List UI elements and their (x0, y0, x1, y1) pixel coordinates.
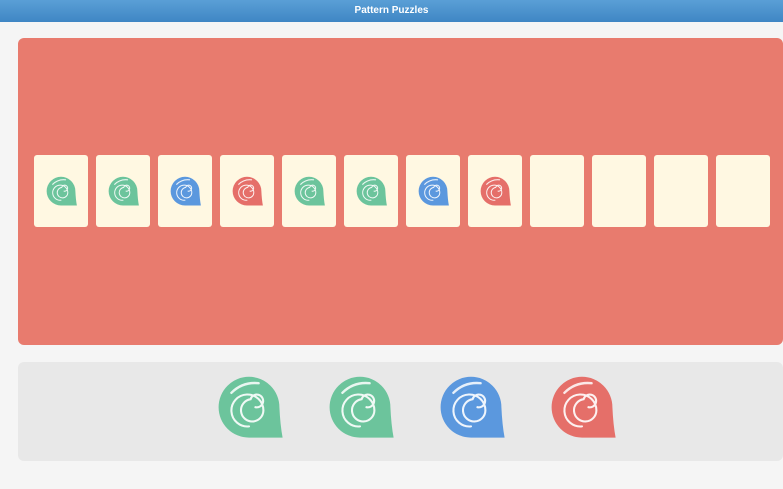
blue-shell-icon (431, 375, 511, 441)
blue-shell-choice[interactable] (430, 376, 511, 440)
green-shell-icon (42, 176, 80, 207)
pattern-card (282, 155, 336, 227)
shell-choices (208, 376, 622, 440)
red-shell-icon (542, 375, 622, 441)
red-shell-choice[interactable] (541, 376, 622, 440)
pattern-card (158, 155, 212, 227)
green-shell-choice[interactable] (319, 376, 400, 440)
green-shell-icon (352, 176, 390, 207)
blue-shell-icon (166, 176, 204, 207)
pattern-board (18, 38, 783, 345)
pattern-card (468, 155, 522, 227)
green-shell-choice[interactable] (208, 376, 289, 440)
empty-slot[interactable] (530, 155, 584, 227)
green-shell-icon (290, 176, 328, 207)
pattern-card (96, 155, 150, 227)
green-shell-icon (104, 176, 142, 207)
pattern-card (220, 155, 274, 227)
pattern-card (34, 155, 88, 227)
green-shell-icon (209, 375, 289, 441)
empty-slot[interactable] (716, 155, 770, 227)
empty-slot[interactable] (592, 155, 646, 227)
app-title: Pattern Puzzles (354, 5, 429, 16)
pattern-sequence (34, 155, 770, 227)
pattern-card (344, 155, 398, 227)
answer-tray (18, 362, 783, 461)
green-shell-icon (320, 375, 400, 441)
red-shell-icon (228, 176, 266, 207)
empty-slot[interactable] (654, 155, 708, 227)
title-bar: Pattern Puzzles (0, 0, 783, 22)
blue-shell-icon (414, 176, 452, 207)
red-shell-icon (476, 176, 514, 207)
pattern-card (406, 155, 460, 227)
